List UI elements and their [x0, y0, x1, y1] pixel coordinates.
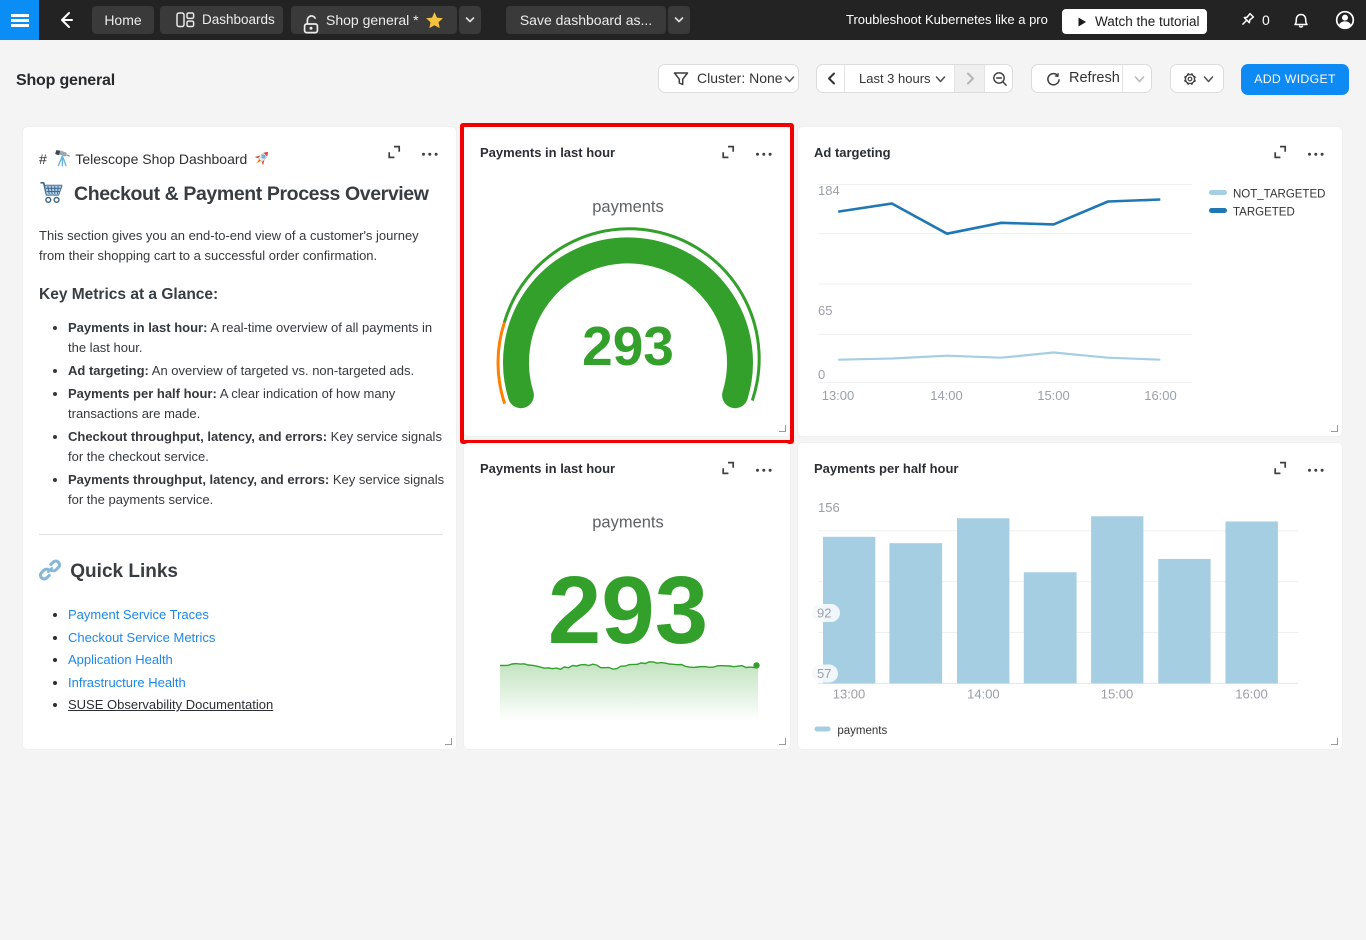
svg-text:TARGETED: TARGETED	[1233, 207, 1295, 219]
svg-text:92: 92	[817, 606, 831, 621]
svg-text:184: 184	[818, 183, 840, 198]
svg-text:payments: payments	[837, 725, 887, 737]
svg-text:15:00: 15:00	[1037, 388, 1070, 403]
svg-text:payments: payments	[592, 198, 664, 216]
svg-text:15:00: 15:00	[1101, 687, 1134, 702]
svg-text:14:00: 14:00	[930, 388, 963, 403]
svg-text:156: 156	[818, 500, 840, 515]
svg-text:293: 293	[548, 557, 708, 664]
svg-text:16:00: 16:00	[1144, 388, 1177, 403]
svg-text:NOT_TARGETED: NOT_TARGETED	[1233, 189, 1325, 201]
svg-text:16:00: 16:00	[1235, 687, 1268, 702]
svg-text:13:00: 13:00	[822, 388, 855, 403]
svg-text:0: 0	[818, 367, 825, 382]
svg-text:payments: payments	[592, 514, 664, 532]
svg-text:293: 293	[582, 315, 674, 377]
svg-text:13:00: 13:00	[833, 687, 866, 702]
svg-text:14:00: 14:00	[967, 687, 1000, 702]
svg-text:65: 65	[818, 303, 832, 318]
svg-text:57: 57	[817, 666, 831, 681]
